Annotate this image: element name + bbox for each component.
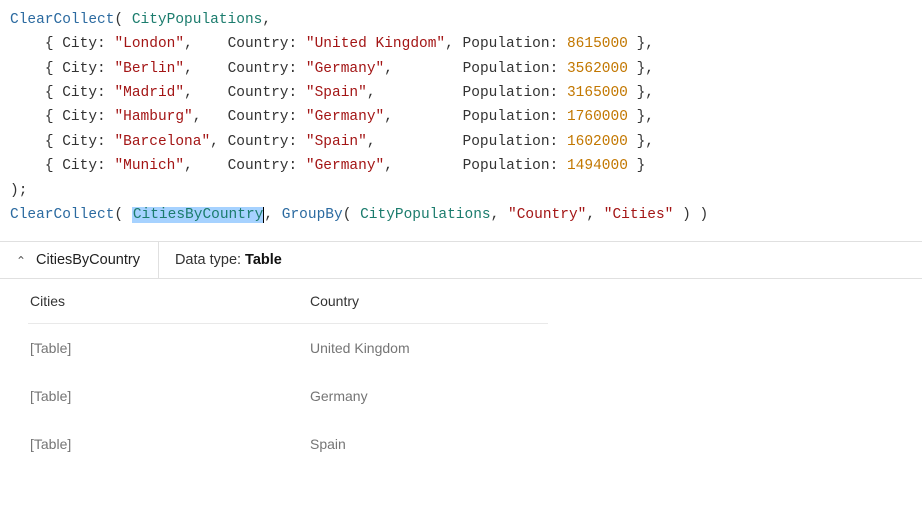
collection-citiesbycountry: CitiesByCountry: [132, 207, 265, 223]
result-table: Cities Country [Table]United Kingdom[Tab…: [0, 279, 922, 478]
result-table-header: Cities Country: [0, 279, 922, 323]
formula-editor[interactable]: ClearCollect( CityPopulations, { City: "…: [0, 0, 922, 241]
table-row[interactable]: [Table]United Kingdom: [0, 324, 922, 372]
groupby-source: CityPopulations: [360, 207, 491, 223]
data-type-box: Data type: Table: [159, 242, 298, 278]
table-cell-cities[interactable]: [Table]: [0, 420, 280, 468]
table-row[interactable]: [Table]Spain: [0, 420, 922, 468]
column-header-country[interactable]: Country: [280, 279, 560, 323]
table-row[interactable]: [Table]Germany: [0, 372, 922, 420]
fn-clearcollect-2: ClearCollect: [10, 207, 114, 223]
data-type-value: Table: [245, 252, 282, 268]
groupby-arg-cities: "Cities": [604, 207, 674, 223]
data-type-label: Data type:: [175, 252, 241, 268]
table-cell-country[interactable]: Germany: [280, 372, 560, 420]
result-header: ⌄ CitiesByCountry Data type: Table: [0, 242, 922, 279]
column-header-cities[interactable]: Cities: [0, 279, 280, 323]
table-cell-country[interactable]: Spain: [280, 420, 560, 468]
fn-clearcollect: ClearCollect: [10, 12, 114, 28]
table-cell-cities[interactable]: [Table]: [0, 324, 280, 372]
fn-groupby: GroupBy: [282, 207, 343, 223]
close-paren-1: );: [10, 183, 27, 199]
result-panel: ⌄ CitiesByCountry Data type: Table Citie…: [0, 241, 922, 478]
table-cell-cities[interactable]: [Table]: [0, 372, 280, 420]
result-collection-name: CitiesByCountry: [36, 252, 140, 268]
result-name-toggle[interactable]: ⌄ CitiesByCountry: [0, 242, 159, 278]
chevron-up-icon: ⌄: [14, 253, 28, 267]
collection-citypopulations: CityPopulations: [132, 12, 263, 28]
table-cell-country[interactable]: United Kingdom: [280, 324, 560, 372]
groupby-arg-country: "Country": [508, 207, 586, 223]
